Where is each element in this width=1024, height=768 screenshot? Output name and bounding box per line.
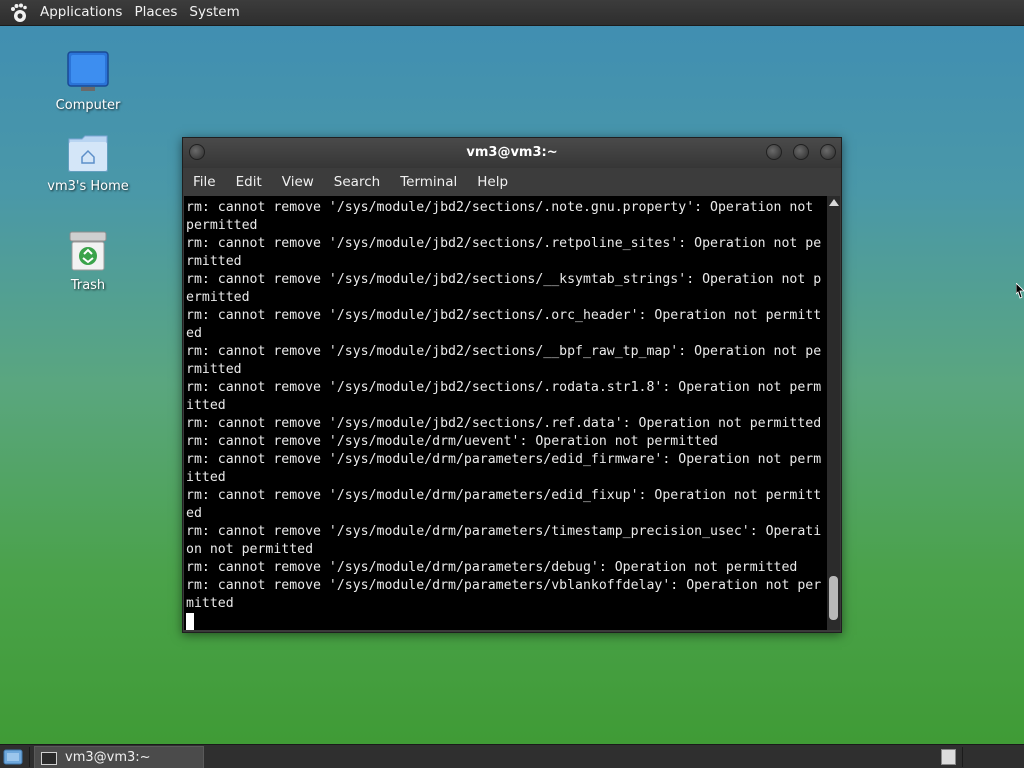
bottom-panel: vm3@vm3:~ (0, 744, 1024, 768)
desktop-icon-label: Computer (55, 98, 121, 113)
terminal-line: rm: cannot remove '/sys/module/jbd2/sect… (186, 272, 822, 287)
terminal-menubar: File Edit View Search Terminal Help (183, 168, 841, 196)
terminal-line: on not permitted (186, 542, 314, 557)
menu-file[interactable]: File (183, 168, 226, 196)
terminal-line: rm: cannot remove '/sys/module/drm/param… (186, 452, 822, 467)
terminal-line: ed (186, 506, 202, 521)
terminal-line: rm: cannot remove '/sys/module/jbd2/sect… (186, 308, 822, 323)
terminal-line: rm: cannot remove '/sys/module/jbd2/sect… (186, 236, 822, 251)
panel-separator (962, 747, 963, 767)
mouse-pointer-icon (1016, 283, 1024, 299)
terminal-window-icon (41, 751, 57, 765)
window-menu-button[interactable] (189, 144, 205, 160)
gnome-foot-icon[interactable] (9, 3, 29, 23)
terminal-line: rm: cannot remove '/sys/module/drm/param… (186, 488, 822, 503)
desktop-icon-label: Trash (70, 278, 106, 293)
terminal-line: rmitted (186, 362, 242, 377)
minimize-button[interactable] (766, 144, 782, 160)
window-title: vm3@vm3:~ (466, 145, 558, 160)
terminal-line: permitted (186, 218, 258, 233)
terminal-lines: rm: cannot remove '/sys/module/jbd2/sect… (186, 199, 826, 630)
menu-edit[interactable]: Edit (226, 168, 272, 196)
terminal-line: rm: cannot remove '/sys/module/drm/ueven… (186, 434, 718, 449)
taskbar-button-terminal[interactable]: vm3@vm3:~ (34, 746, 204, 768)
terminal-line: rm: cannot remove '/sys/module/drm/param… (186, 560, 798, 575)
terminal-line: ed (186, 326, 202, 341)
terminal-cursor (186, 613, 194, 630)
taskbar-button-label: vm3@vm3:~ (65, 750, 151, 765)
menu-help[interactable]: Help (467, 168, 518, 196)
menu-applications[interactable]: Applications (34, 0, 128, 25)
terminal-line: itted (186, 398, 226, 413)
desktop-icon-label: vm3's Home (47, 179, 129, 194)
terminal-line: rm: cannot remove '/sys/module/jbd2/sect… (186, 200, 814, 215)
terminal-prompt-line (186, 613, 826, 630)
desktop-icon-home[interactable]: vm3's Home (38, 131, 138, 194)
scroll-up-arrow-icon[interactable] (829, 199, 839, 206)
terminal-line: rm: cannot remove '/sys/module/jbd2/sect… (186, 416, 822, 431)
menu-places[interactable]: Places (128, 0, 183, 25)
workspace-switcher[interactable] (941, 749, 956, 765)
show-desktop-icon[interactable] (3, 748, 23, 766)
terminal-line: ermitted (186, 290, 250, 305)
terminal-line: rm: cannot remove '/sys/module/jbd2/sect… (186, 380, 822, 395)
desktop-icon-trash[interactable]: Trash (38, 230, 138, 293)
window-titlebar[interactable]: vm3@vm3:~ (183, 138, 841, 168)
vertical-scrollbar[interactable] (827, 196, 840, 630)
maximize-button[interactable] (793, 144, 809, 160)
terminal-line: rm: cannot remove '/sys/module/jbd2/sect… (186, 344, 822, 359)
terminal-line: rmitted (186, 254, 242, 269)
terminal-line: rm: cannot remove '/sys/module/drm/param… (186, 524, 822, 539)
menu-view[interactable]: View (272, 168, 324, 196)
terminal-line: rm: cannot remove '/sys/module/drm/param… (186, 578, 822, 593)
panel-separator (29, 747, 30, 767)
menu-terminal[interactable]: Terminal (390, 168, 467, 196)
close-button[interactable] (820, 144, 836, 160)
menu-search[interactable]: Search (324, 168, 390, 196)
terminal-window[interactable]: vm3@vm3:~ File Edit View Search Terminal… (182, 137, 842, 633)
terminal-line: mitted (186, 596, 234, 611)
scrollbar-thumb[interactable] (829, 576, 838, 620)
home-folder-icon (66, 131, 110, 175)
terminal-line: itted (186, 470, 226, 485)
desktop-icon-computer[interactable]: Computer (38, 50, 138, 113)
trash-icon (66, 230, 110, 274)
computer-icon (66, 50, 110, 94)
menu-system[interactable]: System (183, 0, 245, 25)
top-panel: Applications Places System (0, 0, 1024, 26)
terminal-output[interactable]: rm: cannot remove '/sys/module/jbd2/sect… (184, 196, 827, 630)
